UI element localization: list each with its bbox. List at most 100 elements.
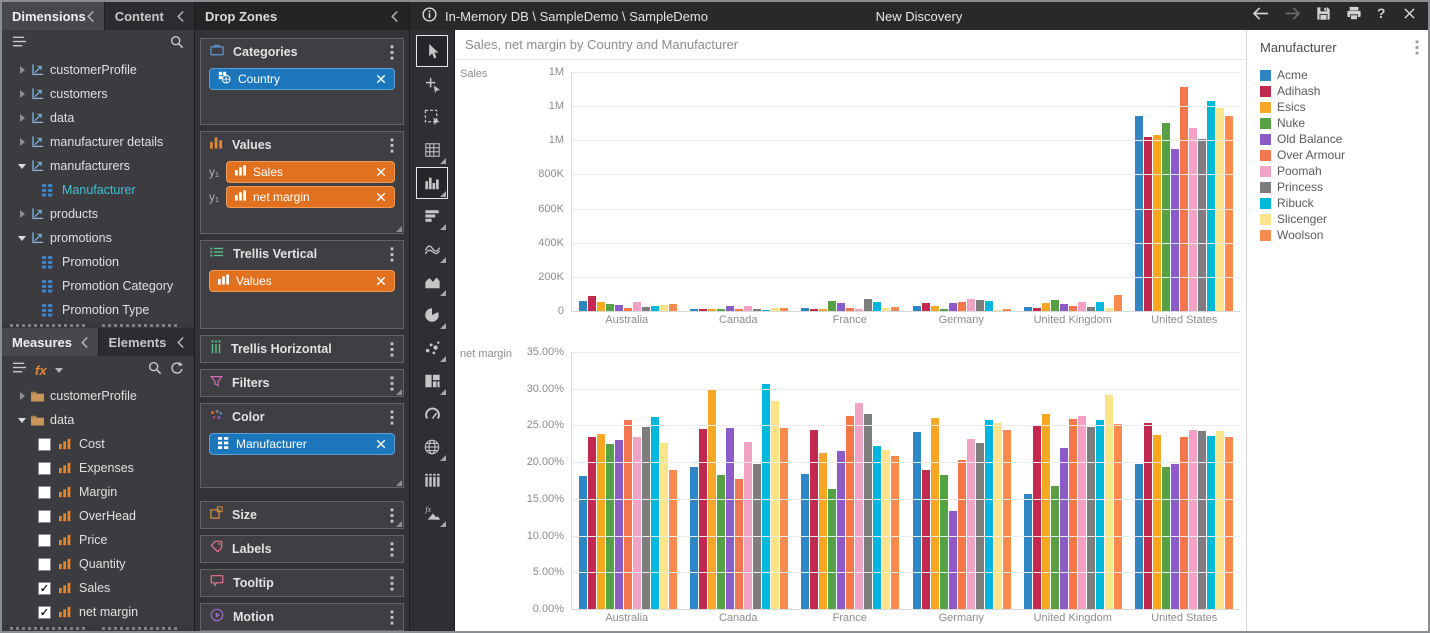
bar[interactable]	[864, 414, 872, 609]
bar[interactable]	[913, 306, 921, 311]
collapse-arrow-icon[interactable]	[14, 418, 30, 423]
bar[interactable]	[735, 309, 743, 311]
marquee-select-tool[interactable]	[416, 101, 448, 133]
bar[interactable]	[1162, 123, 1170, 311]
dimension-item[interactable]: promotions	[2, 226, 194, 250]
bar[interactable]	[1144, 423, 1152, 610]
bar[interactable]	[976, 443, 984, 609]
bar[interactable]	[588, 296, 596, 311]
bar[interactable]	[976, 300, 984, 311]
bar[interactable]	[669, 470, 677, 609]
bar[interactable]	[1042, 303, 1050, 311]
bar[interactable]	[1051, 300, 1059, 311]
bar[interactable]	[780, 428, 788, 609]
bar[interactable]	[771, 308, 779, 311]
formula-icon[interactable]: fx	[35, 363, 47, 378]
dropzone-fil[interactable]: Filters	[200, 369, 404, 397]
tab-elements[interactable]: Elements	[98, 328, 195, 356]
collapse-chevron-icon[interactable]	[176, 10, 185, 23]
kebab-menu-icon[interactable]	[1412, 40, 1422, 55]
remove-chip-icon[interactable]	[376, 167, 386, 177]
chevron-down-icon[interactable]	[55, 368, 63, 373]
treemap-chart-tool[interactable]	[416, 365, 448, 397]
checkbox-checked[interactable]: ✓	[38, 582, 51, 595]
bar[interactable]	[940, 475, 948, 609]
checkbox-unchecked[interactable]	[38, 558, 51, 571]
formula-chart-tool[interactable]: fx	[416, 497, 448, 529]
scatter-chart-tool[interactable]	[416, 332, 448, 364]
bar[interactable]	[985, 420, 993, 609]
bar[interactable]	[1087, 307, 1095, 311]
legend-item[interactable]: Poomah	[1260, 163, 1422, 179]
expand-arrow-icon[interactable]	[14, 392, 30, 400]
bar[interactable]	[780, 308, 788, 311]
bar[interactable]	[1153, 435, 1161, 609]
list-view-icon[interactable]	[12, 361, 27, 379]
legend-item[interactable]: Old Balance	[1260, 131, 1422, 147]
tab-content[interactable]: Content	[104, 2, 194, 30]
bar[interactable]	[1069, 419, 1077, 609]
bar[interactable]	[810, 309, 818, 311]
dropzone-th[interactable]: Trellis Horizontal	[200, 335, 404, 363]
bar[interactable]	[819, 309, 827, 311]
bar[interactable]	[801, 474, 809, 609]
remove-chip-icon[interactable]	[376, 439, 386, 449]
bar[interactable]	[958, 302, 966, 311]
chip-country[interactable]: Country	[209, 68, 395, 90]
bar[interactable]	[1087, 427, 1095, 609]
search-icon[interactable]	[170, 35, 184, 54]
bar[interactable]	[1216, 431, 1224, 609]
element-item[interactable]: Promotion Type	[2, 298, 194, 322]
collapse-chevron-icon[interactable]	[176, 336, 185, 349]
bar[interactable]	[837, 451, 845, 609]
expand-arrow-icon[interactable]	[14, 90, 30, 98]
legend-item[interactable]: Ribuck	[1260, 195, 1422, 211]
measure-folder[interactable]: customerProfile	[2, 384, 194, 408]
bar[interactable]	[1060, 304, 1068, 311]
area-chart-tool[interactable]	[416, 266, 448, 298]
bar[interactable]	[753, 309, 761, 311]
tab-dimensions[interactable]: Dimensions	[2, 2, 104, 30]
dropzone-cat[interactable]: CategoriesCountry	[200, 38, 404, 125]
bar[interactable]	[690, 309, 698, 311]
forward-icon[interactable]	[1284, 7, 1301, 25]
legend-item[interactable]: Princess	[1260, 179, 1422, 195]
help-icon[interactable]: ?	[1377, 6, 1388, 26]
expand-arrow-icon[interactable]	[14, 210, 30, 218]
bar[interactable]	[1153, 135, 1161, 311]
bar[interactable]	[931, 418, 939, 609]
bar[interactable]	[1096, 420, 1104, 609]
checkbox-unchecked[interactable]	[38, 462, 51, 475]
bar[interactable]	[699, 429, 707, 609]
horizontal-scrollbar[interactable]	[2, 625, 194, 631]
kebab-menu-icon[interactable]	[387, 138, 397, 153]
bar[interactable]	[597, 434, 605, 609]
collapse-arrow-icon[interactable]	[14, 164, 30, 169]
bar[interactable]	[651, 306, 659, 311]
bar[interactable]	[717, 309, 725, 311]
measure-item[interactable]: Expenses	[2, 456, 194, 480]
bar[interactable]	[1003, 309, 1011, 311]
map-chart-tool[interactable]	[416, 431, 448, 463]
bar[interactable]	[1171, 149, 1179, 311]
bar[interactable]	[873, 302, 881, 311]
measure-item[interactable]: Price	[2, 528, 194, 552]
bar[interactable]	[801, 308, 809, 311]
bar[interactable]	[1051, 486, 1059, 609]
legend-item[interactable]: Slicenger	[1260, 211, 1422, 227]
bar[interactable]	[846, 308, 854, 311]
bar[interactable]	[762, 384, 770, 609]
bar[interactable]	[828, 301, 836, 311]
bar[interactable]	[624, 308, 632, 311]
bar[interactable]	[1162, 467, 1170, 609]
bar[interactable]	[1189, 430, 1197, 609]
kebab-menu-icon[interactable]	[387, 576, 397, 591]
bar[interactable]	[1003, 430, 1011, 609]
bar[interactable]	[642, 427, 650, 609]
bar[interactable]	[690, 467, 698, 609]
checkbox-unchecked[interactable]	[38, 510, 51, 523]
select-cursor-tool[interactable]	[416, 35, 448, 67]
bar[interactable]	[1189, 128, 1197, 311]
pie-chart-tool[interactable]	[416, 299, 448, 331]
bar[interactable]	[855, 309, 863, 311]
